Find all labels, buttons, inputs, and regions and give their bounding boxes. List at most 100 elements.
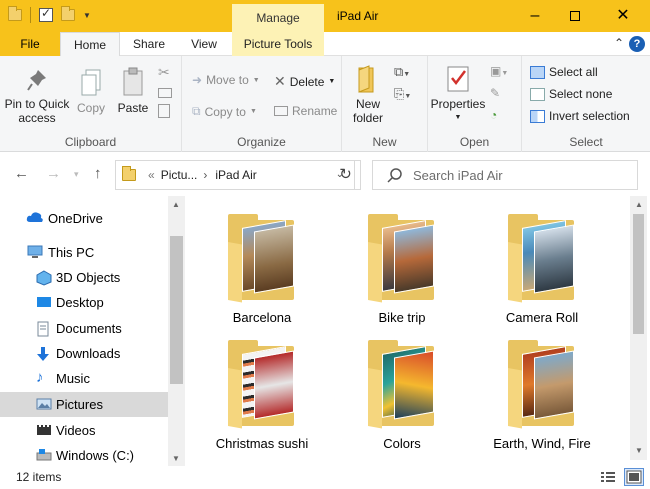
properties-button[interactable]: Properties ▼ bbox=[430, 64, 486, 125]
new-folder-button[interactable]: New folder bbox=[350, 64, 386, 125]
maximize-icon[interactable] bbox=[552, 0, 598, 32]
scroll-up-icon[interactable]: ▲ bbox=[635, 200, 643, 209]
properties-check-icon[interactable] bbox=[39, 6, 53, 22]
content-scrollbar[interactable]: ▲ ▼ bbox=[630, 196, 647, 460]
copy-to-button[interactable]: ⧉ Copy to ▼ bbox=[192, 104, 257, 119]
up-arrow-icon[interactable]: ↑ bbox=[94, 165, 102, 182]
chevron-up-icon[interactable]: ⌃ bbox=[614, 36, 624, 50]
scroll-down-icon[interactable]: ▼ bbox=[635, 446, 643, 455]
back-arrow-icon[interactable]: ← bbox=[14, 165, 29, 182]
chevron-down-icon: ▼ bbox=[328, 78, 336, 85]
new-item-tools: ⧉▼ ⎘▼ bbox=[394, 64, 420, 102]
breadcrumb-pictures[interactable]: Pictu... bbox=[161, 168, 198, 182]
cut-icon[interactable]: ✂ bbox=[158, 64, 176, 84]
nav-item-videos[interactable]: Videos bbox=[0, 418, 168, 443]
pictures-icon bbox=[36, 397, 52, 412]
breadcrumb-ipad-air[interactable]: iPad Air bbox=[215, 168, 256, 182]
new-item-icon[interactable]: ⧉▼ bbox=[394, 64, 420, 86]
nav-item-3d-objects[interactable]: 3D Objects bbox=[0, 265, 168, 290]
nav-label: Windows (C:) bbox=[56, 448, 135, 463]
content-scroll-thumb[interactable] bbox=[633, 214, 644, 334]
download-icon bbox=[36, 346, 52, 361]
tab-share[interactable]: Share bbox=[123, 32, 175, 56]
paste-shortcut-icon[interactable] bbox=[158, 104, 170, 118]
folder-thumbnail-icon bbox=[508, 214, 578, 303]
pin-to-quick-access-button[interactable]: Pin to Quick access bbox=[4, 68, 70, 125]
nav-label: Downloads bbox=[56, 346, 121, 361]
close-icon[interactable]: ✕ bbox=[600, 0, 646, 32]
manage-context-tab[interactable]: Manage bbox=[232, 4, 324, 32]
breadcrumb-separator-icon[interactable]: › bbox=[203, 168, 207, 182]
nav-item-this-pc[interactable]: This PC bbox=[0, 240, 168, 265]
new-folder-qat-icon[interactable] bbox=[61, 6, 75, 21]
folder-name: Colors bbox=[383, 436, 421, 451]
nav-label: 3D Objects bbox=[56, 270, 121, 285]
search-input[interactable]: Search iPad Air bbox=[413, 168, 503, 183]
search-icon bbox=[387, 168, 402, 183]
nav-scrollbar[interactable]: ▲ ▼ bbox=[168, 196, 185, 468]
forward-arrow-icon[interactable]: → bbox=[46, 165, 61, 182]
folder-tile[interactable]: Colors bbox=[332, 322, 472, 452]
item-count: 12 items bbox=[16, 470, 62, 484]
folder-tile[interactable]: Barcelona bbox=[192, 196, 332, 326]
scroll-up-icon[interactable]: ▲ bbox=[172, 200, 180, 209]
invert-selection-button[interactable]: Invert selection bbox=[530, 109, 630, 123]
nav-item-onedrive[interactable]: OneDrive bbox=[0, 206, 168, 231]
select-none-button[interactable]: Select none bbox=[530, 87, 612, 101]
paste-button[interactable]: Paste bbox=[114, 66, 152, 115]
tab-file[interactable]: File bbox=[0, 32, 60, 56]
folder-tile[interactable]: Earth, Wind, Fire bbox=[472, 322, 612, 452]
invert-selection-label: Invert selection bbox=[549, 109, 630, 123]
easy-access-icon[interactable]: ⎘▼ bbox=[394, 86, 420, 102]
breadcrumb-overflow[interactable]: « bbox=[148, 168, 155, 182]
select-all-button[interactable]: Select all bbox=[530, 65, 598, 79]
nav-item-pictures[interactable]: Pictures bbox=[0, 392, 168, 417]
delete-label: Delete bbox=[289, 74, 325, 89]
nav-item-downloads[interactable]: Downloads bbox=[0, 341, 168, 366]
nav-label: Music bbox=[56, 371, 90, 386]
help-icon[interactable]: ? bbox=[629, 36, 645, 52]
tab-home[interactable]: Home bbox=[60, 32, 120, 57]
rename-button[interactable]: Rename bbox=[274, 104, 337, 118]
file-list: Barcelona Bike trip Camera Roll Christma… bbox=[190, 196, 630, 468]
nav-item-music[interactable]: ♪ Music bbox=[0, 366, 168, 391]
nav-label: Desktop bbox=[56, 295, 104, 310]
chevron-down-icon: ▼ bbox=[249, 108, 257, 115]
desktop-icon bbox=[36, 295, 52, 310]
rename-icon bbox=[274, 106, 288, 116]
address-bar[interactable]: « Pictu... › iPad Air ⌄ bbox=[115, 160, 355, 190]
chevron-down-icon: ▼ bbox=[252, 76, 260, 84]
delete-icon: ✕ bbox=[274, 73, 286, 89]
large-icons-view-icon[interactable] bbox=[624, 468, 644, 486]
folder-tile[interactable]: Christmas sushi bbox=[192, 322, 332, 452]
select-none-icon bbox=[530, 87, 545, 101]
folder-tile[interactable]: Camera Roll bbox=[472, 196, 612, 326]
cloud-icon bbox=[26, 211, 43, 226]
copy-button[interactable]: Copy bbox=[74, 68, 108, 115]
nav-label: Videos bbox=[56, 423, 96, 438]
move-to-button[interactable]: ➜ Move to ▼ bbox=[192, 73, 260, 87]
quick-access-toolbar: ▼ bbox=[8, 6, 91, 23]
recent-locations-icon[interactable]: ▾ bbox=[74, 169, 79, 180]
copy-path-icon[interactable] bbox=[158, 88, 172, 98]
nav-label: Documents bbox=[56, 321, 122, 336]
details-view-icon[interactable] bbox=[598, 468, 618, 486]
window-title: iPad Air bbox=[337, 9, 379, 23]
edit-icon[interactable]: ✎ bbox=[490, 86, 518, 108]
customize-qat-icon[interactable]: ▼ bbox=[83, 11, 91, 20]
delete-button[interactable]: ✕ Delete ▼ bbox=[274, 73, 335, 90]
nav-item-windows-c[interactable]: Windows (C:) bbox=[0, 443, 168, 468]
nav-item-documents[interactable]: Documents bbox=[0, 316, 168, 341]
scroll-down-icon[interactable]: ▼ bbox=[172, 454, 180, 463]
cube-icon bbox=[36, 270, 52, 286]
tab-view[interactable]: View bbox=[178, 32, 230, 56]
search-box[interactable]: Search iPad Air bbox=[372, 160, 638, 190]
open-icon[interactable]: ▣▼ bbox=[490, 64, 518, 86]
nav-scroll-thumb[interactable] bbox=[170, 236, 183, 384]
tab-picture-tools[interactable]: Picture Tools bbox=[232, 32, 324, 56]
select-all-icon bbox=[530, 65, 545, 79]
history-icon[interactable]: ◔ bbox=[490, 108, 518, 122]
folder-tile[interactable]: Bike trip bbox=[332, 196, 472, 326]
nav-item-desktop[interactable]: Desktop bbox=[0, 290, 168, 315]
refresh-icon[interactable]: ↻ bbox=[331, 160, 361, 190]
